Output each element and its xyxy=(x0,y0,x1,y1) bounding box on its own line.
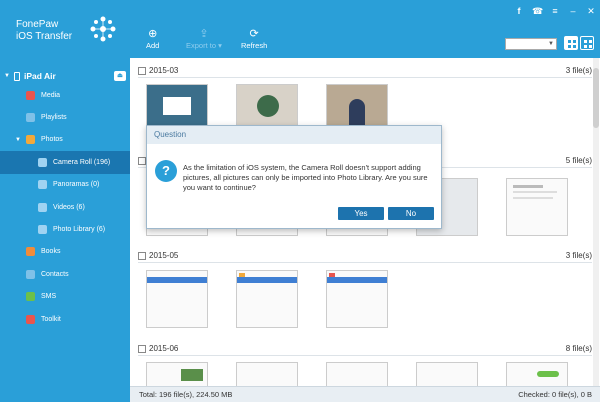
group-header: 2015-05 3 file(s) xyxy=(138,249,592,263)
list-view-button[interactable] xyxy=(580,36,594,50)
sms-icon xyxy=(26,292,35,302)
sidebar-item-label: Photo Library (6) xyxy=(53,226,106,234)
screenshot-thumbnail[interactable] xyxy=(146,270,208,328)
total-status: Total: 196 file(s), 224.50 MB xyxy=(139,390,233,399)
group-checkbox[interactable] xyxy=(138,344,146,353)
sidebar-item-label: Camera Roll (196) xyxy=(53,158,111,166)
export-icon: ⇪ xyxy=(199,28,209,40)
sidebar-item[interactable]: Books xyxy=(0,241,130,263)
toolbar: ⊕ Add ⇪ Export to ▾ ⟳ Refresh ▼ xyxy=(130,24,600,58)
window-controls: f ☎ ≡ – ✕ xyxy=(514,6,596,16)
screenshot-thumbnail[interactable] xyxy=(326,362,388,386)
screenshot-thumbnail[interactable] xyxy=(236,270,298,328)
nav: ▼ iPad Air ⏏ Media Playlists ▼ Photos Camera… xyxy=(0,68,130,330)
sidebar-item[interactable]: SMS xyxy=(0,286,130,308)
group-checkbox[interactable] xyxy=(138,156,146,165)
contacts-icon xyxy=(26,269,35,279)
ipad-icon xyxy=(13,71,20,81)
playlist-icon xyxy=(26,113,35,123)
sidebar-item-label: SMS xyxy=(41,293,57,301)
title-bar: f ☎ ≡ – ✕ xyxy=(130,0,600,24)
screenshot-thumbnail[interactable] xyxy=(326,270,388,328)
facebook-icon[interactable]: f xyxy=(514,6,524,16)
app-title: FonePaw iOS Transfer xyxy=(16,19,73,42)
group-checkbox[interactable] xyxy=(138,251,146,260)
sidebar-item[interactable]: Panoramas (0) xyxy=(0,174,130,196)
device-name: iPad Air xyxy=(23,71,56,81)
sidebar-item-label: Toolkit xyxy=(41,315,61,323)
group-checkbox[interactable] xyxy=(138,66,146,75)
sidebar-item-label: Panoramas (0) xyxy=(53,181,100,189)
screenshot-thumbnail[interactable] xyxy=(416,362,478,386)
yes-button[interactable]: Yes xyxy=(338,207,384,220)
screenshot-thumbnail[interactable] xyxy=(146,362,208,386)
camera-icon xyxy=(38,157,47,167)
sidebar-item[interactable]: Photo Library (6) xyxy=(0,218,130,240)
sidebar-item[interactable]: Contacts xyxy=(0,263,130,285)
screenshot-thumbnail[interactable] xyxy=(236,362,298,386)
music-icon xyxy=(26,90,35,100)
screenshot-thumbnail[interactable] xyxy=(506,178,568,236)
sidebar-item[interactable]: Camera Roll (196) xyxy=(0,151,130,174)
menu-icon[interactable]: ≡ xyxy=(550,6,560,16)
sidebar-item[interactable]: Toolkit xyxy=(0,308,130,330)
group-header: 2015-03 3 file(s) xyxy=(138,64,592,78)
grid-view-button[interactable] xyxy=(564,36,578,50)
status-bar: Total: 196 file(s), 224.50 MB Checked: 0… xyxy=(130,386,600,402)
sidebar-item-label: Videos (6) xyxy=(53,203,85,211)
nav-items: Media Playlists ▼ Photos Camera Roll (196) Pa… xyxy=(0,84,130,330)
question-dialog: Question ? As the limitation of iOS syst… xyxy=(146,125,442,229)
checked-status: Checked: 0 file(s), 0 B xyxy=(518,390,592,399)
close-icon[interactable]: ✕ xyxy=(586,6,596,16)
brand: FonePaw iOS Transfer xyxy=(0,0,130,66)
sidebar: FonePaw iOS Transfer ▼ iPad Air ⏏ Media P… xyxy=(0,0,130,402)
sidebar-item-label: Playlists xyxy=(41,114,67,122)
video-icon xyxy=(38,202,47,212)
sidebar-item-label: Books xyxy=(41,248,61,256)
group-header: 2015-06 8 file(s) xyxy=(138,342,592,356)
filter-select[interactable]: ▼ xyxy=(505,38,557,50)
panorama-icon xyxy=(38,180,47,190)
toolkit-icon xyxy=(26,314,35,324)
dialog-title: Question xyxy=(147,126,441,144)
dialog-message: As the limitation of iOS system, the Cam… xyxy=(183,163,428,192)
eject-icon[interactable]: ⏏ xyxy=(114,71,126,81)
photo-icon xyxy=(26,135,35,145)
sidebar-item[interactable]: Playlists xyxy=(0,106,130,128)
library-icon xyxy=(38,225,47,235)
sidebar-item-label: Contacts xyxy=(41,270,69,278)
sidebar-item[interactable]: Media xyxy=(0,84,130,106)
export-button[interactable]: ⇪ Export to ▾ xyxy=(186,28,222,50)
expand-arrow-icon[interactable]: ▼ xyxy=(15,137,21,143)
sidebar-item-label: Photos xyxy=(41,136,63,144)
add-button[interactable]: ⊕ Add xyxy=(146,28,159,50)
refresh-icon: ⟳ xyxy=(249,28,259,40)
book-icon xyxy=(26,247,35,257)
chevron-down-icon: ▼ xyxy=(548,41,554,47)
app-logo-icon xyxy=(90,16,116,42)
sidebar-item-label: Media xyxy=(41,91,61,99)
refresh-button[interactable]: ⟳ Refresh xyxy=(241,28,267,50)
sidebar-item[interactable]: ▼ Photos xyxy=(0,129,130,151)
sidebar-item[interactable]: Videos (6) xyxy=(0,196,130,218)
feedback-icon[interactable]: ☎ xyxy=(532,6,543,16)
collapse-arrow-icon[interactable]: ▼ xyxy=(4,73,10,79)
minimize-icon[interactable]: – xyxy=(568,6,578,16)
no-button[interactable]: No xyxy=(388,207,434,220)
device-item[interactable]: ▼ iPad Air ⏏ xyxy=(0,68,130,84)
add-icon: ⊕ xyxy=(148,28,158,40)
scrollbar[interactable] xyxy=(593,58,599,386)
scrollbar-thumb[interactable] xyxy=(593,68,599,128)
screenshot-thumbnail[interactable] xyxy=(506,362,568,386)
